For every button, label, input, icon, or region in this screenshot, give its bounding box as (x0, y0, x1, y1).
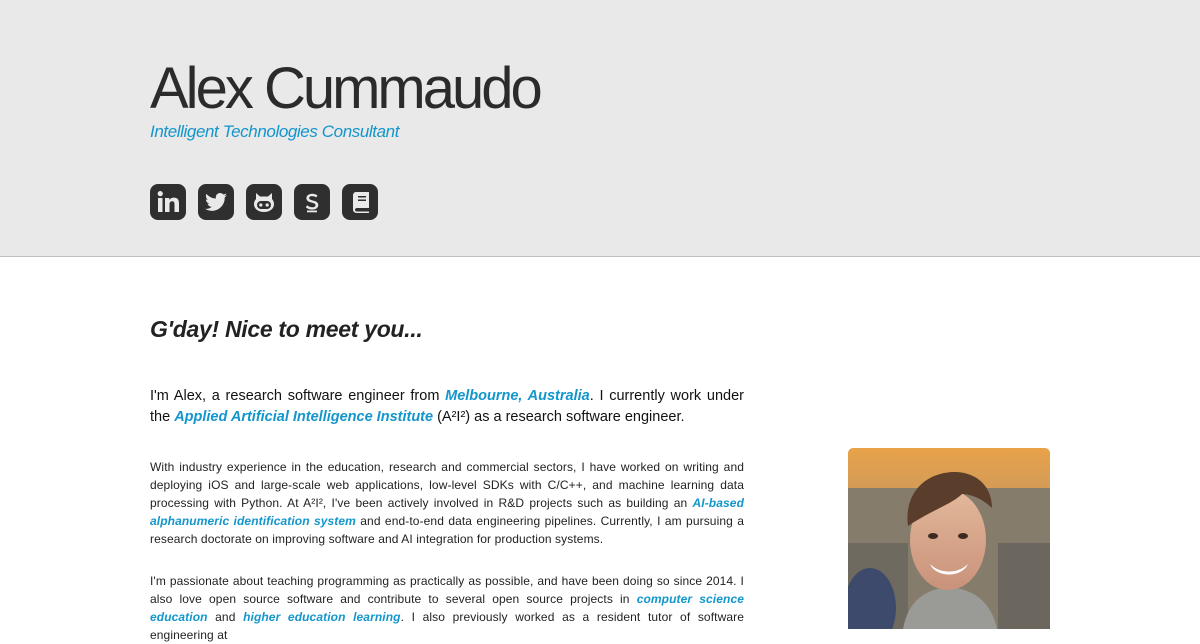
linkedin-link[interactable] (150, 184, 186, 220)
lead-text-1: I'm Alex, a research software engineer f… (150, 388, 446, 404)
higher-education-link[interactable]: higher education learning (243, 610, 400, 624)
linkedin-icon (157, 191, 179, 212)
twitter-icon (205, 193, 227, 211)
intro-lead: I'm Alex, a research software engineer f… (150, 386, 744, 428)
site-title: Alex Cummaudo (150, 56, 543, 121)
intro-heading: G'day! Nice to meet you... (150, 316, 423, 342)
lead-text-3: (A²I²) as a research software engineer. (433, 409, 685, 425)
bio-paragraph-1: With industry experience in the educatio… (150, 458, 744, 548)
bio-paragraph-2: I'm passionate about teaching programmin… (150, 572, 744, 644)
stackoverflow-link[interactable] (294, 184, 330, 220)
site-tagline: Intelligent Technologies Consultant (150, 122, 400, 141)
book-icon (353, 192, 369, 213)
github-icon (254, 193, 274, 212)
site-header: Alex Cummaudo Intelligent Technologies C… (0, 0, 1200, 257)
para2-text-2: and (207, 610, 244, 624)
book-link[interactable] (342, 184, 378, 220)
melbourne-link[interactable]: Melbourne, Australia (445, 388, 590, 404)
profile-photo (848, 448, 1050, 629)
social-links (150, 184, 378, 220)
twitter-link[interactable] (198, 184, 234, 220)
para1-text-1: With industry experience in the educatio… (150, 460, 744, 510)
github-link[interactable] (246, 184, 282, 220)
a2i2-link[interactable]: Applied Artificial Intelligence Institut… (174, 409, 433, 425)
stackoverflow-icon (305, 193, 319, 213)
